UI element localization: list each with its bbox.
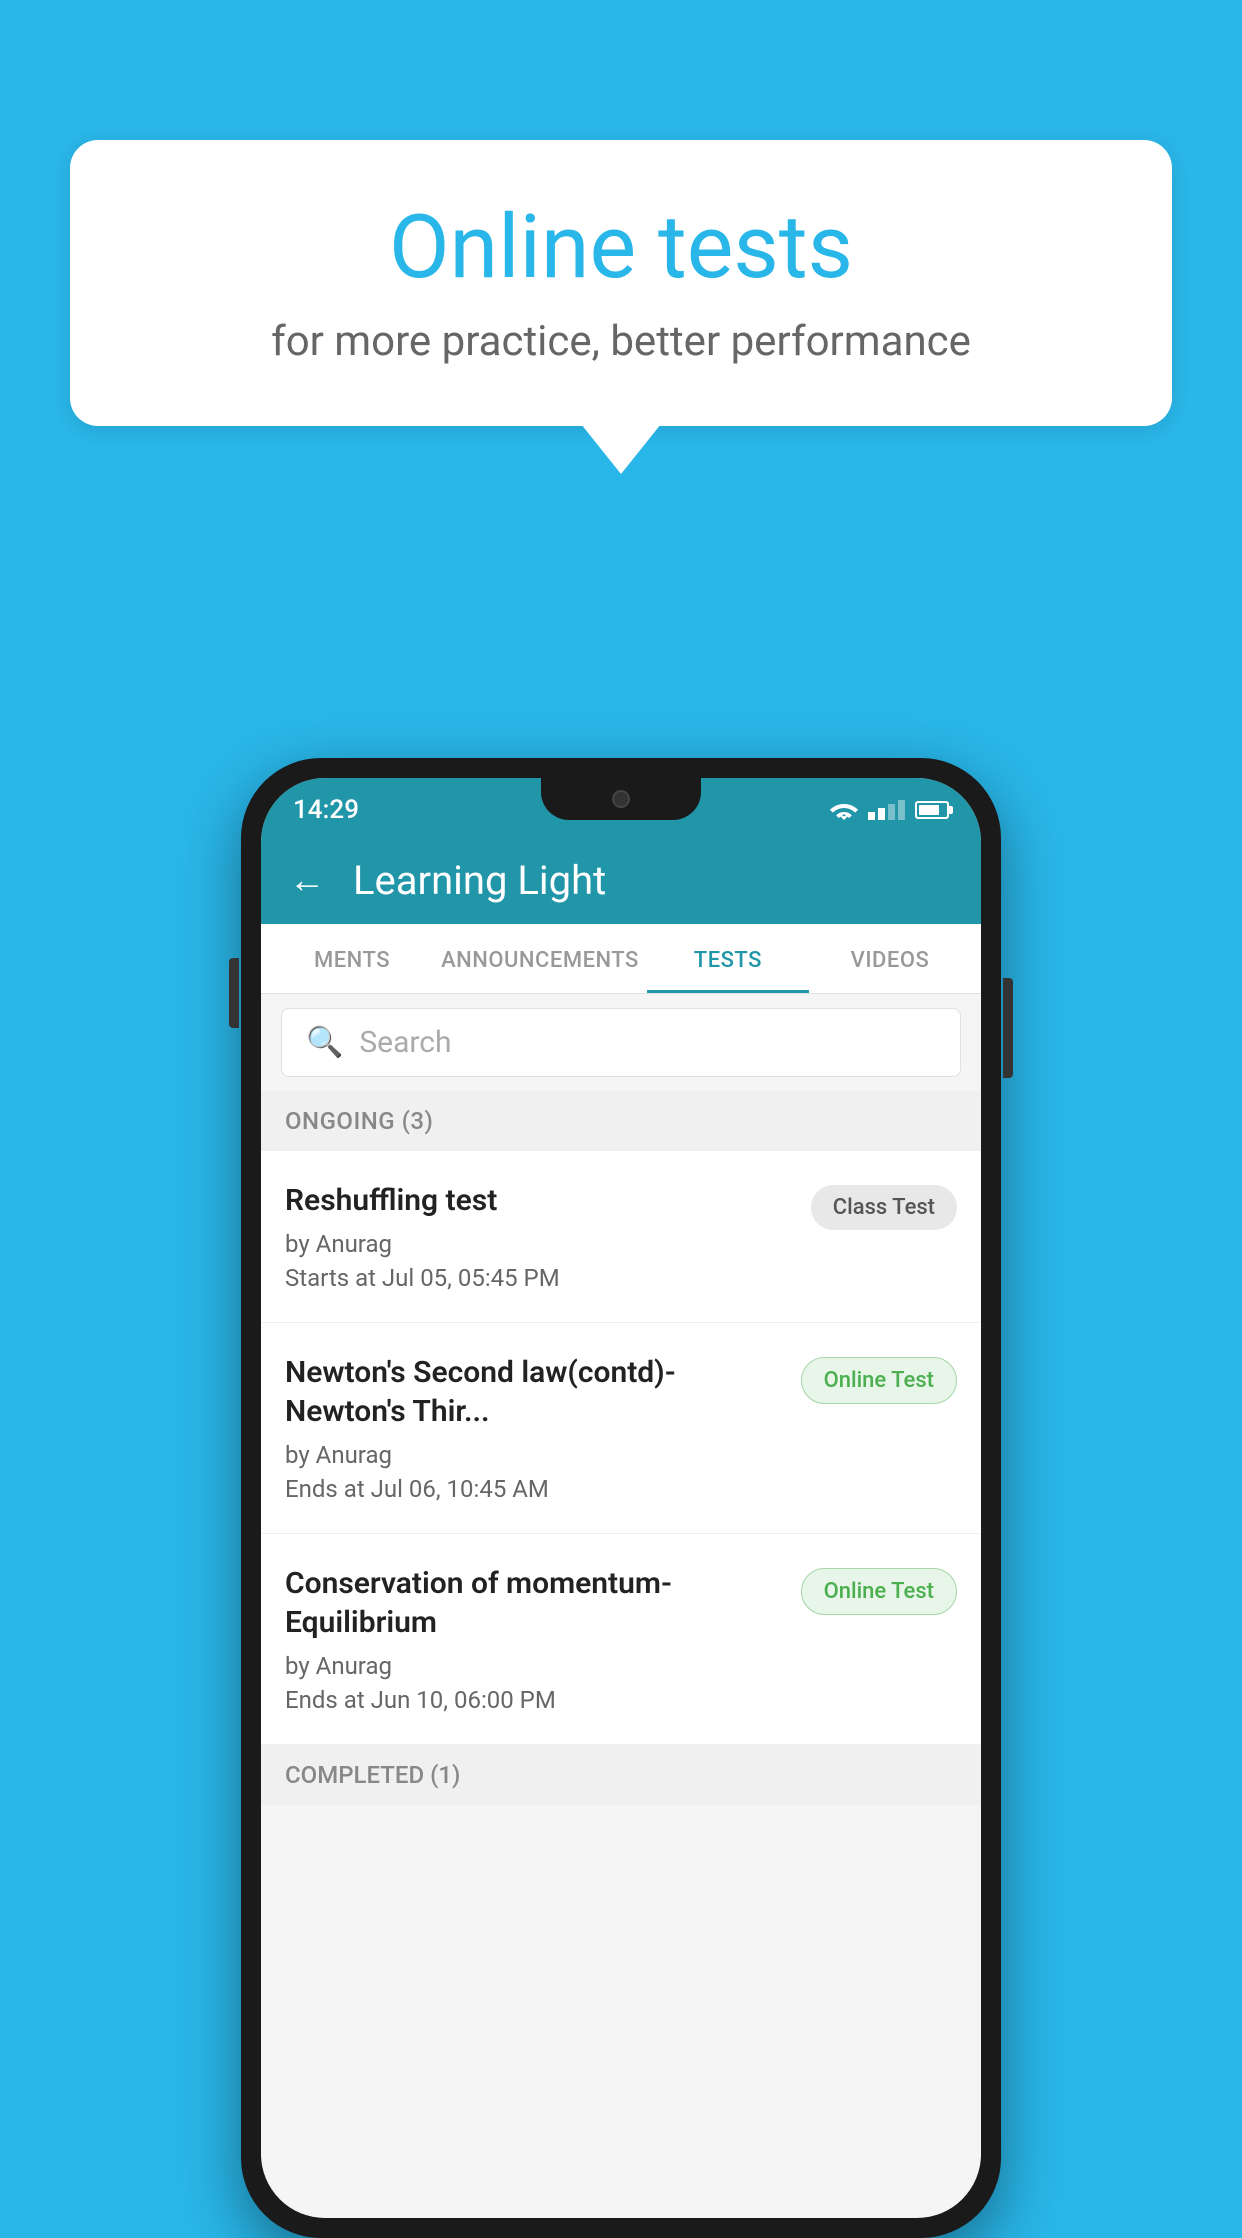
test-item[interactable]: Reshuffling test by Anurag Starts at Jul… bbox=[261, 1151, 981, 1323]
tab-ments[interactable]: MENTS bbox=[271, 924, 433, 993]
app-bar-title: Learning Light bbox=[353, 857, 606, 904]
test-item-info: Reshuffling test by Anurag Starts at Jul… bbox=[285, 1181, 791, 1292]
test-by: by Anurag bbox=[285, 1230, 791, 1258]
front-camera bbox=[612, 790, 630, 808]
test-item[interactable]: Conservation of momentum-Equilibrium by … bbox=[261, 1534, 981, 1745]
status-icons bbox=[830, 793, 949, 821]
wifi-icon bbox=[830, 799, 858, 821]
test-badge: Online Test bbox=[801, 1357, 957, 1404]
phone-notch bbox=[541, 778, 701, 820]
phone-content: MENTS ANNOUNCEMENTS TESTS VIDEOS 🔍 Searc… bbox=[261, 924, 981, 2218]
phone-screen: 14:29 ← Lea bbox=[261, 778, 981, 2218]
test-by: by Anurag bbox=[285, 1652, 781, 1680]
app-bar: ← Learning Light bbox=[261, 836, 981, 924]
phone-frame: 14:29 ← Lea bbox=[241, 758, 1001, 2238]
ongoing-section-header: ONGOING (3) bbox=[261, 1091, 981, 1151]
test-list: Reshuffling test by Anurag Starts at Jul… bbox=[261, 1151, 981, 1745]
tab-tests[interactable]: TESTS bbox=[647, 924, 809, 993]
volume-button bbox=[229, 958, 239, 1028]
signal-icon bbox=[868, 800, 905, 820]
search-icon: 🔍 bbox=[306, 1025, 343, 1060]
test-date: Ends at Jul 06, 10:45 AM bbox=[285, 1475, 781, 1503]
test-badge: Online Test bbox=[801, 1568, 957, 1615]
speech-bubble: Online tests for more practice, better p… bbox=[70, 140, 1172, 426]
back-button[interactable]: ← bbox=[289, 859, 325, 901]
status-time: 14:29 bbox=[293, 789, 359, 825]
tab-announcements[interactable]: ANNOUNCEMENTS bbox=[433, 924, 647, 993]
promo-banner: Online tests for more practice, better p… bbox=[70, 140, 1172, 426]
test-item[interactable]: Newton's Second law(contd)-Newton's Thir… bbox=[261, 1323, 981, 1534]
tabs-container: MENTS ANNOUNCEMENTS TESTS VIDEOS bbox=[261, 924, 981, 994]
test-date: Starts at Jul 05, 05:45 PM bbox=[285, 1264, 791, 1292]
test-badge: Class Test bbox=[811, 1185, 957, 1230]
test-date: Ends at Jun 10, 06:00 PM bbox=[285, 1686, 781, 1714]
bubble-subtitle: for more practice, better performance bbox=[150, 317, 1092, 366]
search-input[interactable]: Search bbox=[359, 1025, 451, 1060]
test-by: by Anurag bbox=[285, 1441, 781, 1469]
completed-section-header: COMPLETED (1) bbox=[261, 1745, 981, 1805]
tab-videos[interactable]: VIDEOS bbox=[809, 924, 971, 993]
search-container: 🔍 Search bbox=[261, 994, 981, 1091]
power-button bbox=[1003, 978, 1013, 1078]
battery-icon bbox=[915, 801, 949, 819]
test-item-info: Newton's Second law(contd)-Newton's Thir… bbox=[285, 1353, 781, 1503]
search-bar[interactable]: 🔍 Search bbox=[281, 1008, 961, 1077]
test-item-info: Conservation of momentum-Equilibrium by … bbox=[285, 1564, 781, 1714]
bubble-title: Online tests bbox=[150, 200, 1092, 297]
test-title: Conservation of momentum-Equilibrium bbox=[285, 1564, 781, 1642]
test-title: Newton's Second law(contd)-Newton's Thir… bbox=[285, 1353, 781, 1431]
test-title: Reshuffling test bbox=[285, 1181, 791, 1220]
